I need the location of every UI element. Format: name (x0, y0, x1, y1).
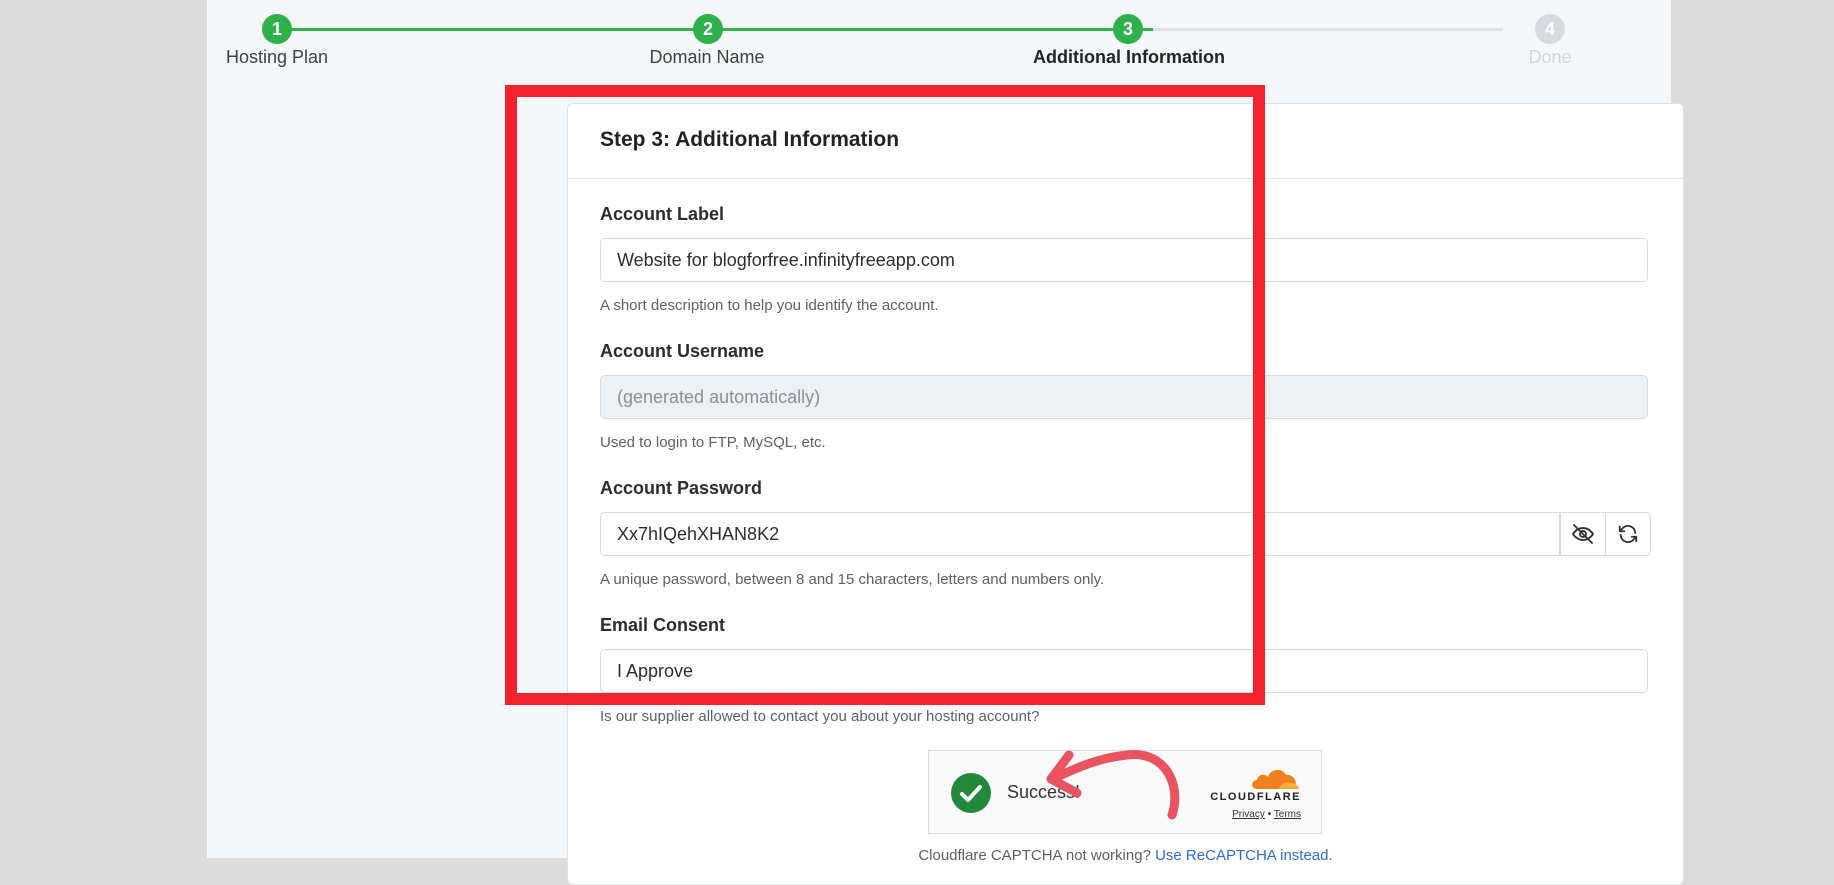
email-consent-help: Is our supplier allowed to contact you a… (600, 708, 1040, 725)
step-3-circle: 3 (1113, 14, 1143, 44)
step-4-label: Done (1528, 47, 1572, 67)
captcha-note-text: Cloudflare CAPTCHA not working? (918, 847, 1151, 864)
step-2-circle: 2 (693, 14, 723, 44)
regenerate-password-button[interactable] (1605, 512, 1651, 556)
link-separator: • (1267, 809, 1272, 820)
step-2-label: Domain Name (649, 47, 765, 67)
cloudflare-logo-icon (1252, 769, 1299, 789)
captcha-fallback-note: Cloudflare CAPTCHA not working? Use ReCA… (568, 847, 1683, 864)
card-title: Step 3: Additional Information (600, 128, 900, 151)
step-1-label: Hosting Plan (225, 47, 329, 67)
terms-link[interactable]: Terms (1274, 809, 1301, 820)
eye-slash-icon (1572, 524, 1594, 544)
account-username-label: Account Username (600, 341, 765, 361)
account-password-label: Account Password (600, 478, 763, 498)
step-1-circle: 1 (262, 14, 292, 44)
account-label-input[interactable]: Website for blogforfree.infinityfreeapp.… (600, 238, 1648, 282)
toggle-password-visibility-button[interactable] (1560, 512, 1606, 556)
privacy-link[interactable]: Privacy (1232, 809, 1265, 820)
email-consent-label: Email Consent (600, 615, 726, 635)
use-recaptcha-link[interactable]: Use ReCAPTCHA instead (1155, 847, 1328, 864)
step-4-circle: 4 (1535, 14, 1565, 44)
captcha-note-end: . (1328, 847, 1333, 864)
account-label-help: A short description to help you identify… (600, 297, 939, 314)
account-label-label: Account Label (600, 204, 725, 224)
account-username-help: Used to login to FTP, MySQL, etc. (600, 434, 826, 451)
email-consent-select[interactable]: I Approve (600, 649, 1648, 693)
account-password-help: A unique password, between 8 and 15 char… (600, 571, 1105, 588)
cloudflare-brand: CLOUDFLARE (1210, 791, 1301, 803)
account-username-input: (generated automatically) (600, 375, 1648, 419)
account-password-input[interactable]: Xx7hIQehXHAN8K2 (600, 512, 1560, 556)
refresh-icon (1618, 525, 1638, 543)
captcha-links: Privacy • Terms (1232, 809, 1301, 820)
page-background: 1 Hosting Plan 2 Domain Name 3 Additiona… (207, 0, 1684, 885)
card-header: Step 3: Additional Information (568, 104, 1683, 179)
stepper-track-remaining (1153, 28, 1503, 31)
step-3-label: Additional Information (1033, 47, 1225, 67)
annotation-arrow-icon (1046, 750, 1180, 820)
